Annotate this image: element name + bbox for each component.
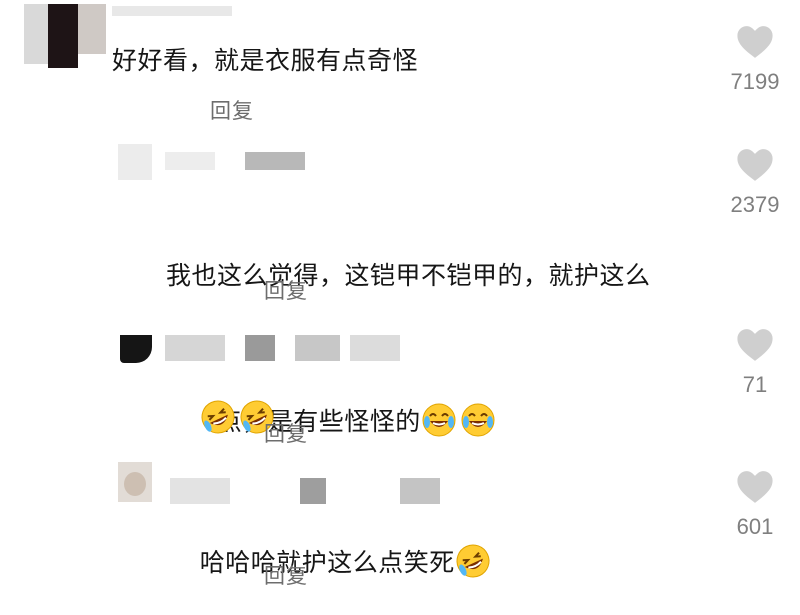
like-button[interactable]: 71 xyxy=(720,328,790,398)
heart-icon xyxy=(737,329,773,361)
rofl-emoji xyxy=(201,400,235,434)
reply-button[interactable]: 回复 xyxy=(264,275,308,305)
heart-icon xyxy=(737,26,773,58)
laughing-crying-emoji xyxy=(422,403,456,437)
heart-icon xyxy=(737,471,773,503)
comment-text xyxy=(166,364,278,471)
reply-button[interactable]: 回复 xyxy=(210,95,254,125)
like-count: 601 xyxy=(736,514,774,539)
blurred-username[interactable] xyxy=(170,478,450,504)
reply-button[interactable]: 回复 xyxy=(264,418,308,448)
avatar[interactable] xyxy=(118,144,152,180)
blurred-username[interactable] xyxy=(165,152,305,170)
heart-icon xyxy=(737,149,773,181)
avatar[interactable] xyxy=(120,335,152,363)
rofl-emoji xyxy=(456,544,490,578)
blurred-username[interactable] xyxy=(112,6,232,16)
reply-button[interactable]: 回复 xyxy=(264,560,308,590)
blurred-username[interactable] xyxy=(165,335,400,361)
comment-text-line: 我也这么觉得，这铠甲不铠甲的，就护这么 xyxy=(166,261,651,290)
like-count: 2379 xyxy=(730,192,780,217)
comment-text: 哈哈哈就护这么点笑死 xyxy=(166,508,494,615)
like-count: 7199 xyxy=(730,69,780,94)
comment-text-part: 哈哈哈就护这么点笑死 xyxy=(199,548,455,577)
like-button[interactable]: 2379 xyxy=(720,148,790,218)
avatar[interactable] xyxy=(118,462,152,502)
like-count: 71 xyxy=(742,372,768,397)
like-button[interactable]: 601 xyxy=(720,470,790,540)
avatar[interactable] xyxy=(24,4,106,86)
like-button[interactable]: 7199 xyxy=(720,25,790,95)
comment-text: 好好看，就是衣服有点奇怪 xyxy=(112,46,419,75)
laughing-crying-emoji xyxy=(461,403,495,437)
